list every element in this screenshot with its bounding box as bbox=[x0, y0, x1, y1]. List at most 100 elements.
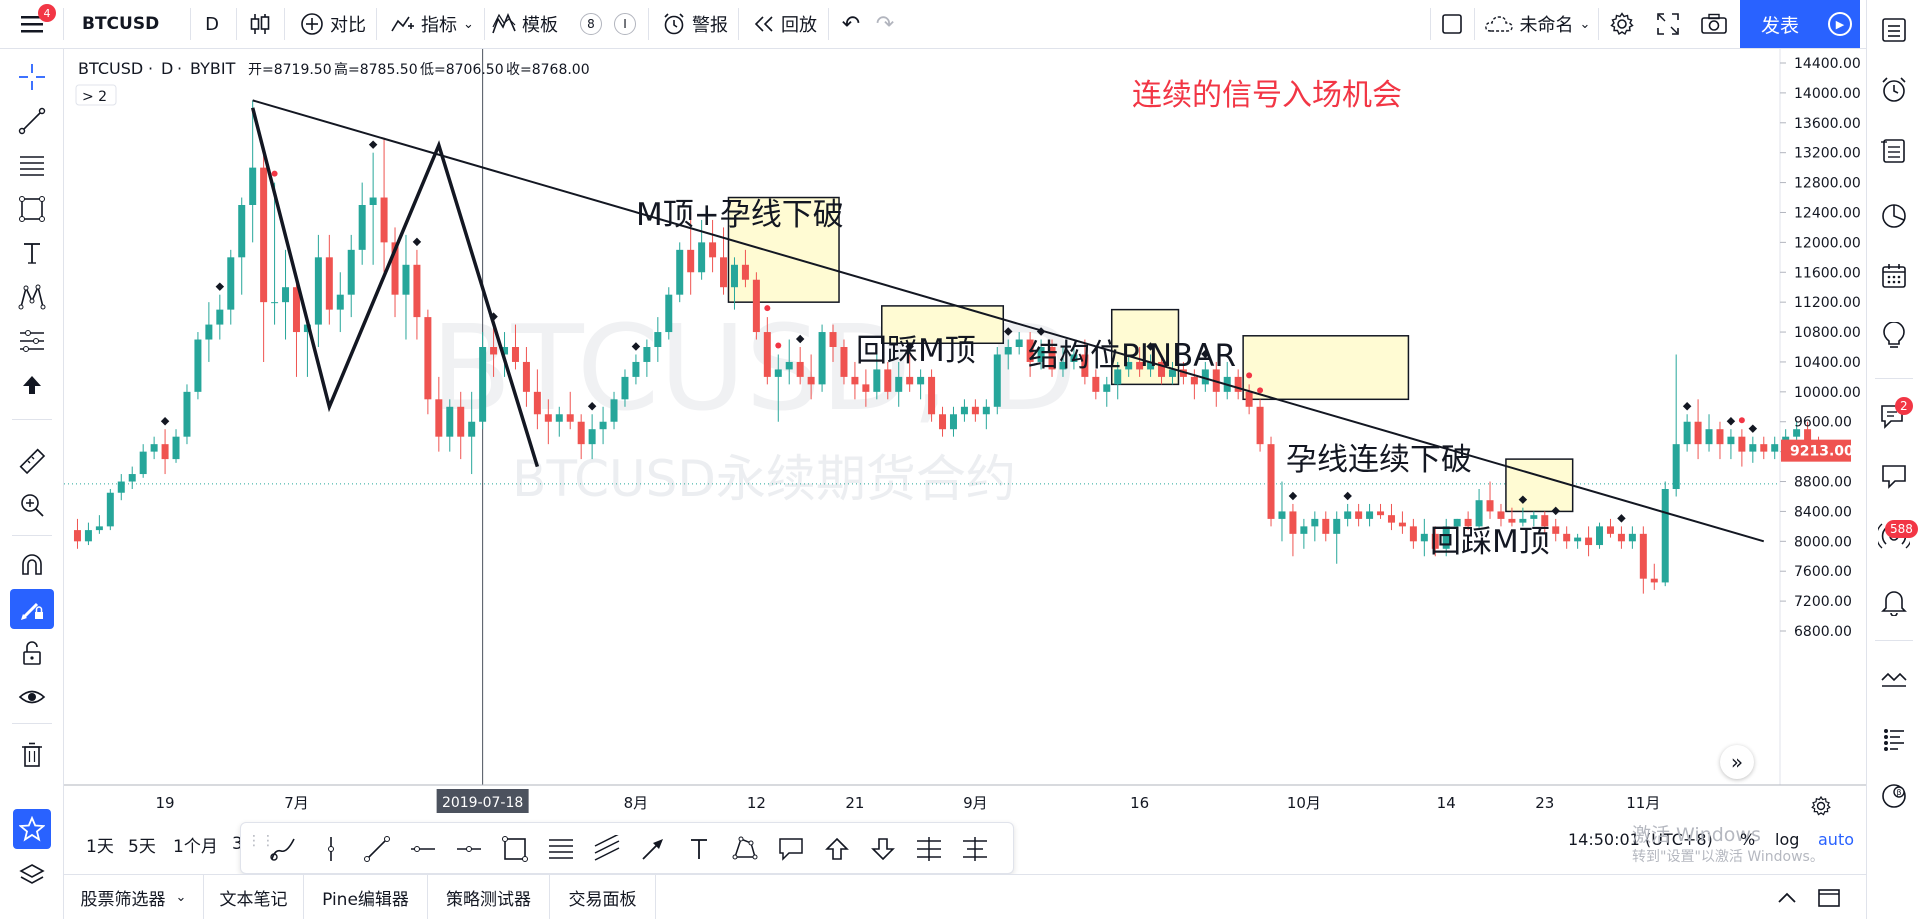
live-stream-button[interactable]: ▶ bbox=[1820, 0, 1860, 48]
rectangle-icon bbox=[19, 196, 45, 222]
replay-button[interactable]: 回放 bbox=[745, 0, 825, 48]
channel-icon bbox=[594, 835, 620, 861]
candle-body bbox=[840, 347, 848, 377]
compare-button[interactable]: 对比 bbox=[288, 0, 378, 48]
template-chip-a[interactable]: 8 bbox=[578, 0, 604, 48]
watchlist-button[interactable] bbox=[1874, 10, 1914, 50]
text-tool[interactable] bbox=[10, 233, 54, 273]
redo-button[interactable]: ↷ bbox=[868, 0, 902, 48]
fav-brush-tool[interactable] bbox=[263, 829, 303, 869]
data-window-button[interactable] bbox=[1874, 130, 1914, 170]
candle-body bbox=[1190, 376, 1198, 385]
auto-scale-toggle[interactable]: auto bbox=[1818, 830, 1854, 849]
play-icon: ▶ bbox=[1828, 12, 1852, 36]
drag-handle[interactable]: ⋮⋮ bbox=[247, 834, 275, 861]
fav-horizontal-line-tool[interactable] bbox=[449, 829, 489, 869]
fav-arrow-down-tool[interactable] bbox=[863, 829, 903, 869]
ideas-button[interactable] bbox=[1874, 316, 1914, 356]
order-panel-button[interactable] bbox=[1874, 660, 1914, 700]
time-axis-label: 9月 bbox=[963, 794, 988, 812]
candle-body bbox=[314, 257, 322, 325]
legend-high: 高=8785.50 bbox=[334, 61, 418, 78]
fullscreen-button[interactable] bbox=[1648, 0, 1688, 48]
chart-style-button[interactable] bbox=[240, 0, 280, 48]
tab-pine-editor[interactable]: Pine编辑器 bbox=[304, 875, 428, 919]
prediction-tool[interactable] bbox=[10, 321, 54, 361]
crosshair-tool[interactable] bbox=[10, 57, 54, 97]
fav-callout-tool[interactable] bbox=[771, 829, 811, 869]
chart-area[interactable]: BTCUSD, D BTCUSD永续期货合约 14400.00 14000.00 1… bbox=[64, 49, 1866, 919]
measure-tool[interactable] bbox=[10, 441, 54, 481]
trendline-tool[interactable] bbox=[10, 101, 54, 141]
candle-body bbox=[1387, 515, 1395, 523]
candle-body bbox=[1694, 421, 1702, 445]
undo-button[interactable]: ↶ bbox=[834, 0, 868, 48]
layout-menu-button[interactable]: 未命名 ⌄ bbox=[1478, 0, 1596, 48]
time-axis-label: 8月 bbox=[624, 794, 649, 812]
fib-tool[interactable] bbox=[10, 145, 54, 185]
hide-drawings-tool[interactable] bbox=[10, 677, 54, 717]
settings-button[interactable] bbox=[1602, 0, 1642, 48]
price-axis-label: 7200.00 bbox=[1794, 594, 1852, 610]
pattern-box bbox=[1242, 335, 1410, 401]
alerts-button[interactable] bbox=[1874, 70, 1914, 110]
scroll-to-realtime-button[interactable]: » bbox=[1720, 745, 1754, 779]
price-axis-label: 10400.00 bbox=[1794, 355, 1861, 371]
svg-text:β: β bbox=[1897, 788, 1902, 797]
fav-arrow-up-tool[interactable] bbox=[817, 829, 857, 869]
indicators-button[interactable]: 指标 ⌄ bbox=[380, 0, 485, 48]
alert-button[interactable]: 警报 bbox=[655, 0, 735, 48]
calendar-button[interactable] bbox=[1874, 256, 1914, 296]
candle-body bbox=[1672, 444, 1680, 489]
notifications-button[interactable] bbox=[1874, 456, 1914, 496]
fav-horizontal-ray-tool[interactable] bbox=[403, 829, 443, 869]
remove-drawings-tool[interactable] bbox=[10, 735, 54, 775]
tab-stock-screener[interactable]: 股票筛选器 ⌄ bbox=[64, 875, 204, 919]
interval-button[interactable]: D bbox=[192, 0, 232, 48]
percent-scale-toggle[interactable]: % bbox=[1740, 830, 1755, 849]
pattern-tool[interactable] bbox=[10, 277, 54, 317]
timeframe-5d[interactable]: 5天 bbox=[128, 820, 156, 868]
legend-close: 收=8768.00 bbox=[506, 62, 590, 78]
fav-text-tool[interactable] bbox=[679, 829, 719, 869]
fav-fib-tool[interactable] bbox=[541, 829, 581, 869]
help-button[interactable]: β bbox=[1874, 776, 1914, 816]
templates-button[interactable]: 模板 bbox=[488, 0, 562, 48]
log-scale-toggle[interactable]: log bbox=[1775, 830, 1799, 849]
hotlists-button[interactable] bbox=[1874, 196, 1914, 236]
price-axis-label: 10000.00 bbox=[1794, 385, 1861, 401]
maximize-panel-button[interactable] bbox=[1814, 885, 1844, 911]
dom-button[interactable] bbox=[1874, 720, 1914, 760]
broadcast-notifications-button[interactable] bbox=[1874, 582, 1914, 622]
fav-arrow-tool[interactable] bbox=[633, 829, 673, 869]
screenshot-button[interactable] bbox=[1694, 0, 1734, 48]
favorites-tool[interactable] bbox=[13, 809, 51, 849]
symbol-search-button[interactable]: BTCUSD bbox=[64, 0, 184, 48]
price-chart[interactable]: BTCUSD, D BTCUSD永续期货合约 14400.0014000.001… bbox=[64, 49, 1866, 821]
magnet-tool[interactable] bbox=[10, 545, 54, 585]
zoom-tool[interactable] bbox=[10, 485, 54, 525]
tab-trading-panel[interactable]: 交易面板 bbox=[550, 875, 656, 919]
tab-strategy-tester[interactable]: 策略测试器 bbox=[428, 875, 550, 919]
fav-rectangle-tool[interactable] bbox=[495, 829, 535, 869]
tab-text-notes[interactable]: 文本笔记 bbox=[204, 875, 304, 919]
axis-settings-button[interactable] bbox=[1806, 791, 1836, 821]
publish-button[interactable]: 发表 bbox=[1740, 0, 1820, 48]
fav-parallel-channel-tool[interactable] bbox=[587, 829, 627, 869]
timeframe-1d[interactable]: 1天 bbox=[86, 820, 114, 868]
lock-drawings-tool[interactable] bbox=[10, 633, 54, 673]
stay-in-drawing-mode-tool[interactable] bbox=[10, 589, 54, 629]
fullscreen-layout-button[interactable] bbox=[1432, 0, 1472, 48]
arrow-tool[interactable] bbox=[10, 365, 54, 405]
template-chip-b[interactable]: I bbox=[612, 0, 638, 48]
collapse-panel-button[interactable] bbox=[1772, 885, 1802, 911]
fav-long-position-tool[interactable] bbox=[909, 829, 949, 869]
fav-date-range-tool[interactable] bbox=[955, 829, 995, 869]
fav-vertical-line-tool[interactable] bbox=[311, 829, 351, 869]
candle-body bbox=[1606, 526, 1614, 534]
fav-xabcd-pattern-tool[interactable] bbox=[725, 829, 765, 869]
timeframe-1m[interactable]: 1个月 bbox=[173, 820, 218, 868]
object-tree-tool[interactable] bbox=[10, 855, 54, 895]
fav-trendline-tool[interactable] bbox=[357, 829, 397, 869]
shape-tool[interactable] bbox=[10, 189, 54, 229]
